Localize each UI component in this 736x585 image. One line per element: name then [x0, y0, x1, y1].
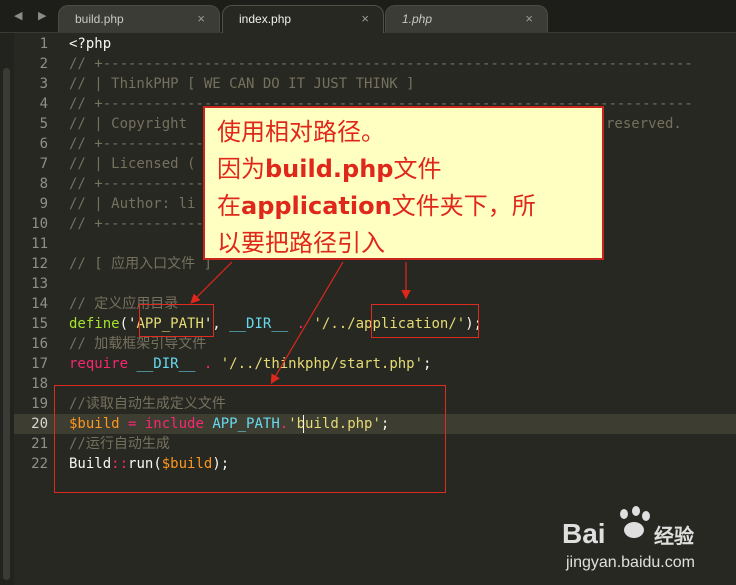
code-line-9: // | Author: li [69, 196, 196, 212]
callout-line-4: 以要把路径引入 [217, 225, 602, 262]
callout-text: 文件夹下，所 [391, 192, 536, 220]
callout-line-3: 在application文件夹下，所 [217, 188, 602, 225]
code-line-6: // +------------ [69, 136, 204, 152]
line-number: 3 [39, 76, 48, 92]
line-number: 14 [31, 296, 48, 312]
line-number: 16 [31, 336, 48, 352]
line-number: 4 [39, 96, 48, 112]
line-number: 13 [31, 276, 48, 292]
line-number: 1 [39, 36, 48, 52]
highlight-box-build-block [54, 385, 446, 493]
line-number: 19 [31, 396, 48, 412]
line-number: 15 [31, 316, 48, 332]
close-icon[interactable]: × [525, 11, 533, 26]
callout-text: 在 [217, 192, 241, 220]
tab-label: build.php [75, 12, 124, 26]
watermark-brand: Bai [562, 518, 606, 549]
tab-label: 1.php [402, 12, 433, 26]
line-number: 5 [39, 116, 48, 132]
highlight-box-app-path [139, 304, 214, 337]
paw-icon [620, 506, 650, 538]
annotation-callout: 使用相对路径。 因为build.php文件 在application文件夹下，所… [203, 106, 604, 260]
callout-text: 以要把路径引入 [217, 229, 385, 257]
line-number: 22 [31, 456, 48, 472]
code-line-17: require __DIR__ . '/../thinkphp/start.ph… [69, 354, 431, 374]
tab-index-php[interactable]: index.php × [222, 5, 384, 33]
code-token: define [69, 316, 120, 332]
close-icon[interactable]: × [197, 11, 205, 26]
code-text: <?php [69, 36, 112, 52]
tab-build-php[interactable]: build.php × [58, 5, 220, 32]
line-number: 8 [39, 176, 48, 192]
code-line-12: // [ 应用入口文件 ] [69, 256, 213, 272]
callout-text: 使用相对路径。 [217, 118, 385, 146]
tab-nav-arrows[interactable]: ◀ ▶ [14, 9, 52, 22]
callout-text: 因为 [217, 155, 265, 183]
scrollbar[interactable] [3, 68, 10, 580]
watermark-url: jingyan.baidu.com [566, 554, 695, 571]
tab-bar: ◀ ▶ build.php × index.php × 1.php × [0, 0, 736, 33]
line-number: 18 [31, 376, 48, 392]
code-token: ; [423, 356, 432, 372]
line-number: 21 [31, 436, 48, 452]
line-number: 17 [31, 356, 48, 372]
callout-line-1: 使用相对路径。 [217, 114, 602, 151]
callout-text-bold: application [241, 192, 392, 220]
code-line-3: // | ThinkPHP [ WE CAN DO IT JUST THINK … [69, 76, 415, 92]
line-number: 9 [39, 196, 48, 212]
code-token: (' [119, 316, 137, 332]
code-line-5: // | Copyright [69, 116, 188, 132]
line-number: 2 [39, 56, 48, 72]
code-token: __DIR__ [128, 356, 196, 372]
line-number: 20 [31, 416, 48, 432]
code-token: '/../thinkphp/start.php' [220, 356, 424, 372]
callout-text: 文件 [393, 155, 442, 183]
watermark-jingyan: 经验 [654, 524, 694, 548]
callout-text-bold: build.php [265, 155, 394, 183]
code-line-2: // +------------------------------------… [69, 56, 693, 72]
code-token: require [69, 356, 129, 372]
line-number: 10 [31, 216, 48, 232]
tab-label: index.php [239, 12, 292, 26]
line-number: 11 [31, 236, 48, 252]
code-token: __DIR__ [229, 316, 289, 332]
callout-line-2: 因为build.php文件 [217, 151, 602, 188]
code-line-16: // 加载框架引导文件 [69, 336, 207, 352]
code-token: . [288, 316, 314, 332]
code-line-7: // | Licensed ( [69, 156, 196, 172]
line-number: 6 [39, 136, 48, 152]
code-line-1: <?php [69, 34, 111, 54]
code-token: . [195, 356, 221, 372]
code-line-8: // +------------ [69, 176, 204, 192]
line-number: 12 [31, 256, 48, 272]
code-line-10: // +------------ [69, 216, 204, 232]
code-line-5-tail: reserved. [606, 116, 682, 132]
tab-1-php[interactable]: 1.php × [385, 5, 548, 32]
close-icon[interactable]: × [361, 11, 369, 26]
line-number: 7 [39, 156, 48, 172]
baidu-jingyan-watermark: Bai 经验 jingyan.baidu.com [562, 498, 732, 580]
highlight-box-application [371, 304, 479, 338]
